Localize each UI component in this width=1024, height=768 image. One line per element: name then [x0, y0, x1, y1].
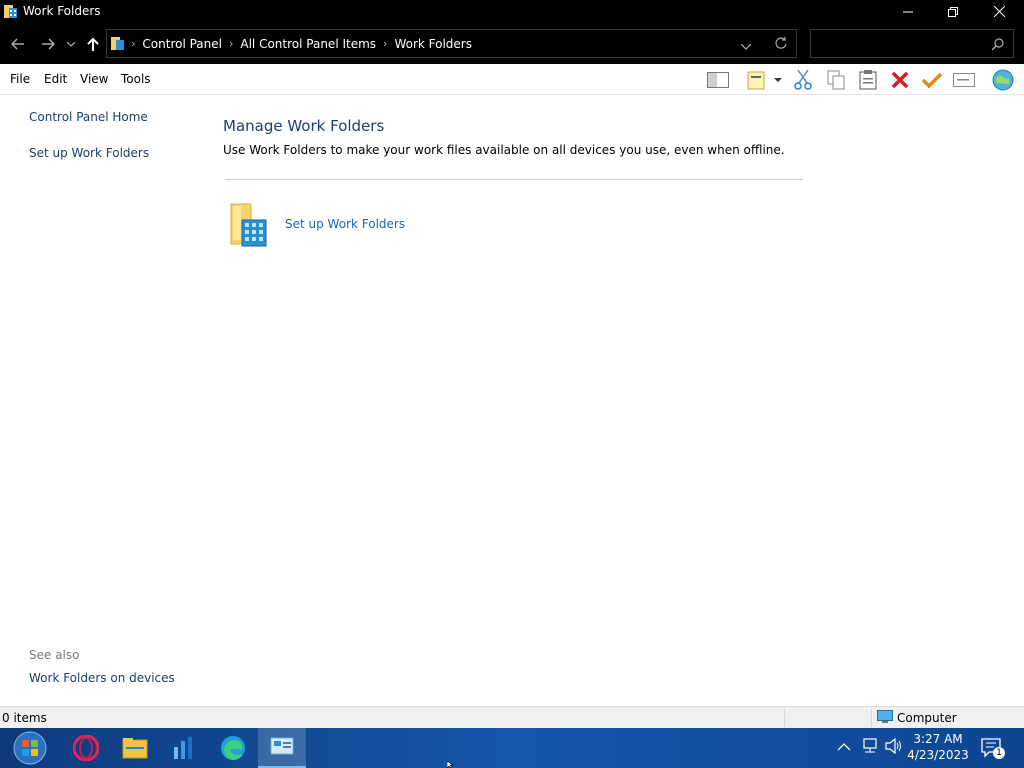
- taskbar-file-explorer[interactable]: [111, 728, 159, 768]
- see-also-label: See also: [29, 648, 80, 662]
- sidebar-item-work-folders-on-devices[interactable]: Work Folders on devices: [29, 671, 175, 685]
- caret-down-icon: [774, 77, 782, 82]
- copy-icon: [827, 70, 845, 90]
- taskbar: 1: [0, 728, 1024, 768]
- menu-bar: File Edit View Tools: [0, 64, 1024, 95]
- address-dropdown-button[interactable]: [740, 39, 752, 53]
- work-folders-icon: [111, 37, 124, 50]
- restore-button[interactable]: [930, 0, 976, 23]
- rename-icon: [953, 73, 975, 87]
- network-icon: [863, 738, 877, 753]
- breadcrumb-all-items[interactable]: All Control Panel Items: [240, 37, 376, 51]
- window-title: Work Folders: [23, 4, 101, 18]
- delete-button[interactable]: [887, 68, 913, 92]
- forward-button[interactable]: [37, 33, 59, 55]
- control-panel-icon: [270, 737, 294, 755]
- menu-tools[interactable]: Tools: [121, 72, 151, 86]
- delete-x-icon: [891, 71, 909, 89]
- clipboard-icon: [859, 70, 877, 90]
- title-bar: Work Folders: [0, 0, 1024, 23]
- status-divider: [871, 709, 872, 727]
- properties-dropdown-button[interactable]: [770, 68, 786, 92]
- mouse-cursor-icon: [447, 761, 454, 768]
- preview-pane-button[interactable]: [705, 68, 731, 92]
- chevron-right-icon: ›: [228, 37, 234, 50]
- speaker-icon: [885, 737, 901, 755]
- search-icon: [992, 38, 1004, 50]
- clock-date: 4/23/2023: [907, 748, 969, 762]
- divider: [225, 179, 803, 180]
- minimize-icon: [903, 11, 913, 12]
- apply-button[interactable]: [919, 68, 945, 92]
- clock-time: 3:27 AM: [913, 732, 963, 746]
- sidebar-item-control-panel-home[interactable]: Control Panel Home: [29, 110, 148, 124]
- show-hidden-icons-button[interactable]: [837, 740, 851, 754]
- internet-button[interactable]: [990, 68, 1016, 92]
- address-box[interactable]: › Control Panel › All Control Panel Item…: [106, 29, 797, 58]
- windows-orb-icon: [13, 731, 47, 765]
- arrow-right-icon: [42, 38, 55, 50]
- recent-locations-button[interactable]: [62, 33, 80, 55]
- cut-button[interactable]: [790, 68, 816, 92]
- menu-edit[interactable]: Edit: [44, 72, 67, 86]
- properties-icon: [747, 71, 765, 90]
- status-bar: 0 items Computer: [0, 706, 1024, 728]
- taskbar-edge[interactable]: [209, 728, 257, 768]
- refresh-icon: [775, 37, 787, 49]
- page-title: Manage Work Folders: [223, 117, 385, 135]
- taskbar-control-panel[interactable]: [258, 728, 306, 768]
- action-center-button[interactable]: 1: [981, 738, 1005, 761]
- chevron-down-icon: [740, 43, 752, 50]
- search-input[interactable]: [810, 29, 1014, 58]
- edge-icon: [221, 736, 245, 760]
- work-folders-icon: [4, 5, 17, 18]
- item-count: 0 items: [2, 711, 47, 725]
- folder-icon: [122, 738, 148, 759]
- page-description: Use Work Folders to make your work files…: [223, 143, 785, 157]
- clock[interactable]: 3:27 AM 4/23/2023: [906, 731, 970, 763]
- arrow-up-icon: [87, 37, 99, 51]
- work-folders-large-icon: [230, 203, 267, 247]
- chevron-right-icon: ›: [131, 37, 136, 50]
- zone-label: Computer: [897, 711, 957, 725]
- minimize-button[interactable]: [885, 0, 931, 23]
- computer-icon: [877, 710, 893, 723]
- chevron-down-icon: [67, 41, 75, 47]
- back-button[interactable]: [7, 33, 29, 55]
- restore-icon: [948, 6, 958, 17]
- network-status[interactable]: [862, 738, 880, 757]
- taskbar-opera[interactable]: [62, 728, 110, 768]
- scissors-icon: [794, 70, 812, 90]
- opera-icon: [73, 735, 99, 761]
- chart-app-icon: [174, 737, 192, 759]
- breadcrumb-work-folders[interactable]: Work Folders: [394, 37, 472, 51]
- close-button[interactable]: [976, 0, 1022, 23]
- menu-view[interactable]: View: [80, 72, 108, 86]
- chevron-up-icon: [837, 743, 851, 751]
- refresh-button[interactable]: [774, 36, 788, 53]
- close-icon: [993, 6, 1005, 17]
- sidebar-item-set-up-work-folders[interactable]: Set up Work Folders: [29, 146, 149, 160]
- status-divider: [784, 709, 785, 727]
- taskbar-app-chart[interactable]: [160, 728, 208, 768]
- menu-file[interactable]: File: [10, 72, 30, 86]
- up-button[interactable]: [82, 33, 104, 55]
- preview-pane-icon: [707, 72, 729, 88]
- start-button[interactable]: [6, 728, 54, 768]
- set-up-work-folders-link[interactable]: Set up Work Folders: [285, 217, 405, 231]
- breadcrumb-control-panel[interactable]: Control Panel: [142, 37, 222, 51]
- properties-button[interactable]: [743, 68, 769, 92]
- arrow-left-icon: [11, 38, 24, 50]
- globe-icon: [992, 69, 1014, 91]
- volume-control[interactable]: [885, 737, 903, 757]
- chevron-right-icon: ›: [383, 37, 388, 50]
- breadcrumb: › Control Panel › All Control Panel Item…: [107, 30, 479, 57]
- rename-button[interactable]: [951, 68, 977, 92]
- paste-button[interactable]: [855, 68, 881, 92]
- notification-badge: 1: [993, 747, 1005, 759]
- checkmark-icon: [921, 72, 943, 89]
- copy-button[interactable]: [823, 68, 849, 92]
